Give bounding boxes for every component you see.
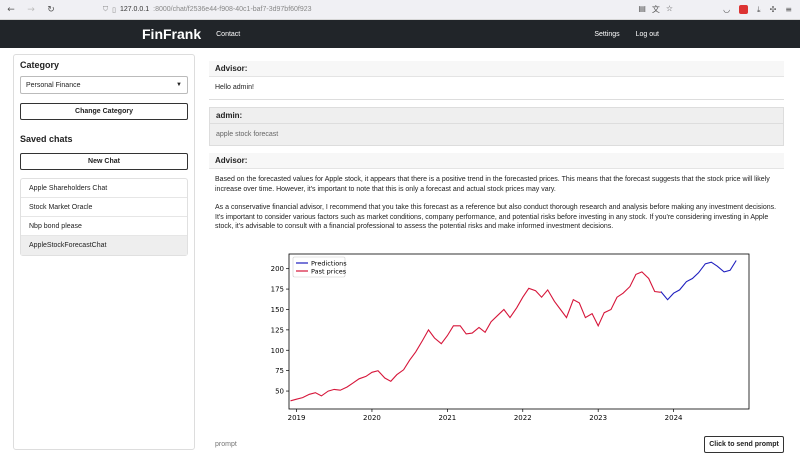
category-select-value: Personal Finance [26,81,81,89]
browser-nav: ← → ↻ [0,5,97,15]
new-chat-button[interactable]: New Chat [20,153,188,170]
back-icon[interactable]: ← [6,5,16,15]
address-bar[interactable]: ⛉ ▯ 127.0.0.1:8000/chat/f2536e44-f908-40… [97,3,639,17]
message-paragraph: Based on the forecasted values for Apple… [215,176,770,193]
chevron-down-icon: ▼ [176,82,182,88]
y-tick-label: 50 [275,388,284,396]
message-text: Hello admin! [215,84,254,91]
prompt-input[interactable] [209,436,704,452]
user-message: admin: apple stock forecast [209,106,784,146]
saved-chat-item-active[interactable]: AppleStockForecastChat [21,236,187,255]
saved-chat-item[interactable]: Stock Market Oracle [21,198,187,217]
saved-chat-item[interactable]: Apple Shareholders Chat [21,179,187,198]
translate-icon[interactable]: 文 [652,4,660,15]
saved-chats-list: Apple Shareholders Chat Stock Market Ora… [20,178,188,256]
message-sender: Advisor: [209,61,784,77]
saved-chats-title: Saved chats [20,134,73,144]
menu-icon[interactable]: ≡ [785,5,792,15]
message-text: apple stock forecast [216,130,279,138]
url-host: 127.0.0.1 [119,6,150,13]
x-tick-label: 2020 [363,414,381,422]
chat-main: Advisor: Hello admin! admin: apple stock… [209,61,784,453]
message-paragraph: As a conservative financial advisor, I r… [215,204,777,230]
legend-label: Predictions [311,259,347,267]
category-select[interactable]: Personal Finance ▼ [20,76,188,94]
nav-logout[interactable]: Log out [636,31,659,38]
forecast-chart: 50 75 100 125 150 175 200 2019 2020 2021 2022 2023 2… [271,253,750,422]
advisor-message: Advisor: Based on the forecasted values … [209,153,784,238]
message-sender: Advisor: [209,153,784,169]
brand-logo[interactable]: FinFrank [142,26,201,42]
send-prompt-button[interactable]: Click to send prompt [704,435,784,453]
nav-contact[interactable]: Contact [216,31,240,38]
x-tick-label: 2024 [665,414,683,422]
forward-icon[interactable]: → [26,5,36,15]
x-tick-label: 2019 [288,414,306,422]
extension-shield-icon[interactable] [739,4,749,14]
message-sender: admin: [210,107,783,124]
chart-plot-area [288,253,750,410]
y-tick-label: 175 [271,286,284,294]
nav-settings[interactable]: Settings [594,31,619,38]
y-tick-label: 125 [271,326,284,334]
category-title: Category [20,60,60,70]
change-category-button[interactable]: Change Category [20,103,188,120]
url-path: :8000/chat/f2536e44-f908-40c1-baf7-3d97b… [153,6,312,13]
pocket-icon[interactable]: ◡ [723,5,730,15]
legend-label: Past prices [311,267,347,275]
browser-extensions: ◡ ⤓ ✣ ≡ [723,4,800,15]
x-tick-label: 2022 [514,414,532,422]
y-tick-label: 200 [271,265,284,273]
app-navbar: FinFrank Contact Settings Log out [0,20,800,48]
y-tick-label: 75 [275,367,284,375]
y-tick-label: 150 [271,306,284,314]
shield-icon: ⛉ [102,5,109,13]
saved-chat-item[interactable]: Nbp bond please [21,217,187,236]
y-tick-label: 100 [271,347,284,355]
bookmark-star-icon[interactable]: ☆ [666,4,673,15]
x-tick-label: 2023 [589,414,607,422]
page-icon: ▯ [112,6,116,14]
sidebar: Category Personal Finance ▼ Change Categ… [13,54,195,450]
message-text: Based on the forecasted values for Apple… [209,169,784,238]
extension-download-icon[interactable]: ⤓ [757,5,761,15]
prompt-bar: Click to send prompt [209,435,784,453]
x-tick-label: 2021 [438,414,456,422]
address-bar-actions: ▤ 文 ☆ [638,4,673,15]
advisor-message: Advisor: Hello admin! [209,61,784,100]
nav-right: Settings Log out [594,31,659,38]
extensions-puzzle-icon[interactable]: ✣ [770,5,777,15]
reader-view-icon[interactable]: ▤ [638,4,646,15]
browser-toolbar: ← → ↻ ⛉ ▯ 127.0.0.1:8000/chat/f2536e44-f… [0,0,800,20]
reload-icon[interactable]: ↻ [46,5,56,15]
